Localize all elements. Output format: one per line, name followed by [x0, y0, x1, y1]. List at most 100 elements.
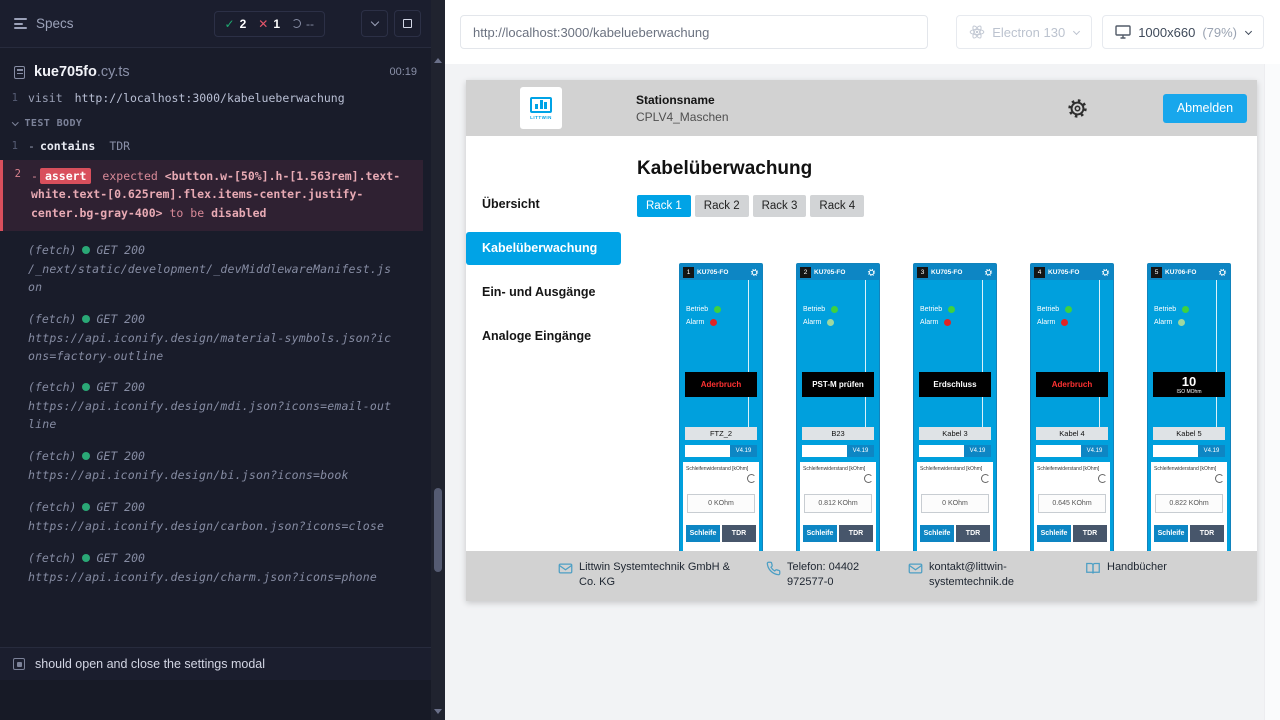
schleife-button[interactable]: Schleife: [1037, 525, 1071, 542]
refresh-icon[interactable]: [981, 474, 990, 483]
resistance-value: 0 KOhm: [687, 494, 755, 513]
tab-rack-4[interactable]: Rack 4: [810, 195, 864, 217]
sidebar-item-analoge-eingaenge[interactable]: Analoge Eingänge: [466, 314, 621, 358]
version-row: V4.19: [919, 445, 991, 457]
tab-rack-1[interactable]: Rack 1: [637, 195, 691, 217]
status-display: Aderbruch: [1036, 372, 1108, 397]
fetch-label: (fetch): [28, 500, 76, 514]
success-dot-icon: [82, 315, 90, 323]
specs-label: Specs: [36, 16, 74, 31]
cable-name[interactable]: Kabel 4: [1036, 427, 1108, 440]
betrieb-label: Betrieb: [686, 306, 708, 313]
sidebar-item-ein-und-ausgaenge[interactable]: Ein- und Ausgänge: [466, 270, 621, 314]
scroll-down-icon[interactable]: [434, 709, 442, 714]
status-text: Aderbruch: [1052, 380, 1092, 389]
cable-name[interactable]: B23: [802, 427, 874, 440]
command-arg: http://localhost:3000/kabelueberwachung: [75, 91, 345, 105]
schleife-button[interactable]: Schleife: [686, 525, 720, 542]
tdr-button[interactable]: TDR: [839, 525, 873, 542]
tab-rack-3[interactable]: Rack 3: [753, 195, 807, 217]
viewport-select[interactable]: 1000x660 (79%): [1102, 15, 1264, 49]
fetch-url: /_next/static/development/_devMiddleware…: [28, 261, 398, 297]
monitor-icon: [1115, 25, 1131, 39]
footer-company: Littwin Systemtechnik GmbH & Co. KG: [558, 560, 766, 590]
app-under-test: LITTWIN Stationsname CPLV4_Maschen Abmel…: [466, 80, 1257, 601]
fetch-log-entry[interactable]: (fetch) GET 200 https://api.iconify.desi…: [28, 312, 423, 366]
device-gear-icon[interactable]: [1101, 268, 1110, 277]
reporter-scrollbar[interactable]: [431, 0, 445, 720]
fetch-log-entry[interactable]: (fetch) GET 200 /_next/static/developmen…: [28, 243, 423, 297]
fetch-status: GET 200: [96, 243, 144, 257]
stop-tests-button[interactable]: [394, 10, 421, 37]
schleife-button[interactable]: Schleife: [920, 525, 954, 542]
footer-email[interactable]: kontakt@littwin-systemtechnik.de: [908, 560, 1085, 590]
cable-name[interactable]: Kabel 5: [1153, 427, 1225, 440]
email-icon: [558, 561, 573, 576]
screen: Specs ✓ 2 ✕ 1 --: [0, 0, 1280, 720]
tdr-button[interactable]: TDR: [1073, 525, 1107, 542]
aut-scrollbar[interactable]: [1264, 64, 1280, 720]
spec-title-row[interactable]: kue705fo.cy.ts 00:19: [0, 48, 431, 88]
fetch-log-entry[interactable]: (fetch) GET 200 https://api.iconify.desi…: [28, 500, 423, 536]
schleife-button[interactable]: Schleife: [1154, 525, 1188, 542]
version-input: [919, 445, 964, 457]
divider: [1099, 280, 1100, 430]
version-input: [1153, 445, 1198, 457]
scroll-up-icon[interactable]: [434, 58, 442, 63]
fetch-log-entry[interactable]: (fetch) GET 200 https://api.iconify.desi…: [28, 380, 423, 434]
betrieb-led: [948, 306, 955, 313]
logout-button[interactable]: Abmelden: [1163, 94, 1247, 123]
station-label: Stationsname: [636, 93, 729, 107]
chevron-down-icon: [1073, 27, 1080, 34]
sidebar-item-uebersicht[interactable]: Übersicht: [466, 182, 621, 226]
browser-select[interactable]: Electron 130: [956, 15, 1092, 49]
tdr-button[interactable]: TDR: [956, 525, 990, 542]
betrieb-row: Betrieb: [1154, 306, 1189, 313]
command-visit[interactable]: 1 visit http://localhost:3000/kabelueber…: [0, 88, 423, 108]
divider: [748, 280, 749, 430]
fetch-log-entry[interactable]: (fetch) GET 200 https://api.iconify.desi…: [28, 551, 423, 587]
loop-resistance-label: Schleifenwiderstand [kOhm]: [917, 462, 993, 472]
failed-assert[interactable]: 2 -assert expected <button.w-[50%].h-[1.…: [0, 160, 423, 231]
specs-menu-button[interactable]: Specs: [14, 16, 74, 31]
schleife-button[interactable]: Schleife: [803, 525, 837, 542]
line-number: 1: [0, 91, 18, 105]
device-gear-icon[interactable]: [984, 268, 993, 277]
next-test-row[interactable]: should open and close the settings modal: [0, 647, 431, 680]
divider: [865, 280, 866, 430]
collapse-reporter-button[interactable]: [361, 10, 388, 37]
device-gear-icon[interactable]: [867, 268, 876, 277]
version-row: V4.19: [1036, 445, 1108, 457]
tdr-button[interactable]: TDR: [1190, 525, 1224, 542]
test-body-toggle[interactable]: TEST BODY: [0, 108, 423, 136]
refresh-icon[interactable]: [747, 474, 756, 483]
specs-menu-icon: [14, 18, 27, 29]
aut-pane: http://localhost:3000/kabelueberwachung …: [445, 0, 1280, 720]
footer-phone-text: Telefon: 04402 972577-0: [787, 560, 887, 590]
footer-email-text: kontakt@littwin-systemtechnik.de: [929, 560, 1047, 590]
tdr-button[interactable]: TDR: [722, 525, 756, 542]
aut-toolbar: http://localhost:3000/kabelueberwachung …: [445, 0, 1280, 64]
success-dot-icon: [82, 554, 90, 562]
url-input[interactable]: http://localhost:3000/kabelueberwachung: [460, 15, 928, 49]
command-contains[interactable]: 1 - contains TDR: [0, 136, 423, 156]
fetch-log-entry[interactable]: (fetch) GET 200 https://api.iconify.desi…: [28, 449, 423, 485]
logo-text: LITTWIN: [530, 115, 552, 120]
device-number: 2: [800, 267, 811, 278]
refresh-icon[interactable]: [1098, 474, 1107, 483]
card-buttons: Schleife TDR: [1154, 525, 1224, 542]
footer-manuals-link[interactable]: Handbücher: [1085, 560, 1167, 576]
sidebar-item-kabelueberwachung[interactable]: Kabelüberwachung: [466, 232, 621, 265]
cable-name[interactable]: Kabel 3: [919, 427, 991, 440]
reporter-header: Specs ✓ 2 ✕ 1 --: [0, 0, 431, 48]
footer-phone[interactable]: Telefon: 04402 972577-0: [766, 560, 908, 590]
scrollbar-thumb[interactable]: [434, 488, 442, 572]
refresh-icon[interactable]: [864, 474, 873, 483]
settings-gear-icon[interactable]: [1066, 97, 1089, 120]
device-gear-icon[interactable]: [1218, 268, 1227, 277]
refresh-icon[interactable]: [1215, 474, 1224, 483]
device-gear-icon[interactable]: [750, 268, 759, 277]
tab-rack-2[interactable]: Rack 2: [695, 195, 749, 217]
cable-name[interactable]: FTZ_2: [685, 427, 757, 440]
command-arg: TDR: [109, 139, 130, 153]
